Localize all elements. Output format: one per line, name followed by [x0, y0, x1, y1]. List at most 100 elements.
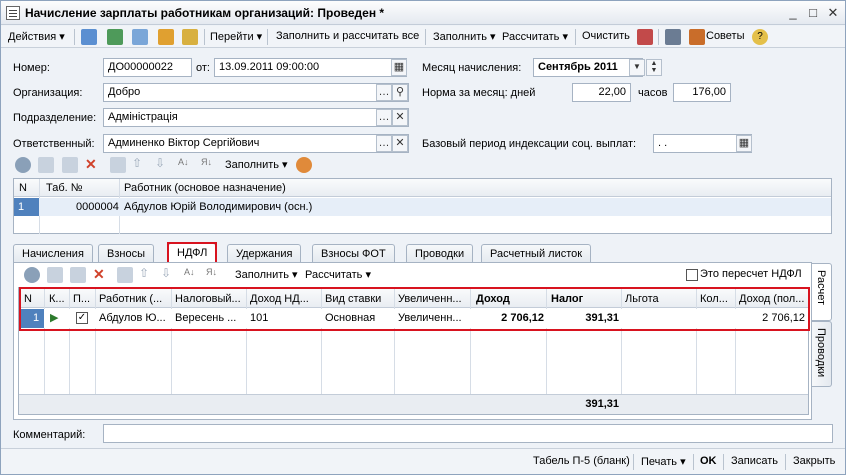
- print-menu[interactable]: Печать ▾: [641, 455, 686, 468]
- ndfl-end-edit-icon[interactable]: [117, 267, 133, 283]
- dt-kt-icon[interactable]: [637, 29, 653, 45]
- tab-uderzhaniya[interactable]: Удержания: [227, 244, 302, 263]
- post-icon[interactable]: [158, 29, 174, 45]
- document-icon: [6, 6, 20, 20]
- ndfl-sort-desc-icon[interactable]: Я↓: [206, 267, 217, 277]
- tab-vznosy-fot[interactable]: Взносы ФОТ: [312, 244, 395, 263]
- workers-col-n[interactable]: N: [19, 182, 27, 194]
- fill-menu[interactable]: Заполнить ▾: [433, 30, 496, 43]
- resp-field[interactable]: Админенко Віктор Сергійович: [103, 134, 409, 153]
- dept-field[interactable]: Адміністрація: [103, 108, 409, 127]
- delete-row-icon[interactable]: ✕: [85, 156, 97, 173]
- select-worker-icon[interactable]: [296, 157, 312, 173]
- edit-row-icon[interactable]: [62, 157, 78, 173]
- month-dropdown-icon[interactable]: ▼: [629, 59, 645, 76]
- unpost-icon[interactable]: [182, 29, 198, 45]
- workers-fill-menu[interactable]: Заполнить ▾: [225, 158, 288, 171]
- norm-hours-field[interactable]: 176,00: [673, 83, 731, 102]
- org-search-icon[interactable]: ⚲: [392, 84, 408, 101]
- resp-label: Ответственный:: [13, 138, 95, 150]
- comment-field[interactable]: [103, 424, 833, 443]
- close-form-button[interactable]: Закрыть: [793, 455, 835, 467]
- dept-select-button[interactable]: …: [376, 109, 392, 126]
- workers-col-tab[interactable]: Таб. №: [46, 182, 83, 194]
- toolbar-separator: [74, 29, 75, 45]
- table-row[interactable]: 1 0000004 Абдулов Юрій Володимирович (ос…: [14, 198, 831, 216]
- norm-days-field[interactable]: 22,00: [572, 83, 631, 102]
- toolbar-separator: [204, 29, 205, 45]
- side-tab-provodki[interactable]: Проводки: [812, 321, 832, 387]
- clear-button[interactable]: Очистить: [582, 30, 630, 42]
- tab-nachisleniya[interactable]: Начисления: [13, 244, 93, 263]
- sort-desc-icon[interactable]: Я↓: [201, 157, 212, 167]
- ndfl-fill-menu[interactable]: Заполнить ▾: [235, 268, 298, 281]
- base-period-calendar-icon[interactable]: ▦: [736, 135, 752, 152]
- goto-menu[interactable]: Перейти ▾: [210, 30, 262, 43]
- toolbar-separator: [267, 29, 268, 45]
- copy-icon[interactable]: [132, 29, 148, 45]
- back-icon[interactable]: [81, 29, 97, 45]
- norm-hours-label: часов: [638, 87, 668, 99]
- norm-days-label: Норма за месяц: дней: [422, 87, 536, 99]
- workers-row-n: 1: [14, 198, 39, 216]
- ndfl-delete-row-icon[interactable]: ✕: [93, 266, 105, 283]
- structure-icon[interactable]: [665, 29, 681, 45]
- resp-clear-icon[interactable]: ✕: [392, 135, 408, 152]
- refresh-icon[interactable]: [107, 29, 123, 45]
- ndfl-calc-menu[interactable]: Рассчитать ▾: [305, 268, 371, 281]
- ndfl-move-down-icon[interactable]: ⇩: [161, 266, 171, 280]
- tab-provodki[interactable]: Проводки: [406, 244, 474, 263]
- move-up-icon[interactable]: ⇧: [132, 156, 142, 170]
- ndfl-tab-highlight: [167, 242, 217, 264]
- recalc-ndfl-checkbox[interactable]: [686, 269, 698, 281]
- calc-menu[interactable]: Рассчитать ▾: [502, 30, 568, 43]
- fill-calc-all-button[interactable]: Заполнить и рассчитать все: [276, 30, 419, 42]
- workers-row-worker: Абдулов Юрій Володимирович (осн.): [124, 201, 313, 213]
- ok-button[interactable]: OK: [700, 455, 717, 467]
- dept-clear-icon[interactable]: ✕: [392, 109, 408, 126]
- maximize-button[interactable]: □: [805, 5, 821, 21]
- dept-label: Подразделение:: [13, 112, 97, 124]
- ndfl-totals-row: 391,31: [19, 394, 808, 414]
- ndfl-copy-row-icon[interactable]: [47, 267, 63, 283]
- org-select-button[interactable]: …: [376, 84, 392, 101]
- move-down-icon[interactable]: ⇩: [155, 156, 165, 170]
- add-row-icon[interactable]: [15, 157, 31, 173]
- copy-row-icon[interactable]: [38, 157, 54, 173]
- tips-icon[interactable]: [689, 29, 705, 45]
- actions-menu[interactable]: Действия ▾: [8, 30, 65, 43]
- org-field[interactable]: Добро: [103, 83, 409, 102]
- end-edit-icon[interactable]: [110, 157, 126, 173]
- bottom-bar: Табель П-5 (бланк) Печать ▾ OK Записать …: [1, 448, 845, 474]
- number-label: Номер:: [13, 62, 50, 74]
- ndfl-move-up-icon[interactable]: ⇧: [139, 266, 149, 280]
- ndfl-edit-row-icon[interactable]: [70, 267, 86, 283]
- date-field[interactable]: 13.09.2011 09:00:00: [214, 58, 407, 77]
- workers-table: N Таб. № Работник (основое назначение) 1…: [13, 178, 832, 234]
- tabel-p5-button[interactable]: Табель П-5 (бланк): [533, 455, 630, 467]
- month-spin-icon[interactable]: ▲ ▼: [646, 59, 662, 76]
- resp-select-button[interactable]: …: [376, 135, 392, 152]
- workers-col-worker[interactable]: Работник (основое назначение): [124, 182, 286, 194]
- save-button[interactable]: Записать: [731, 455, 778, 467]
- toolbar-separator: [658, 29, 659, 45]
- window-title: Начисление зарплаты работникам организац…: [25, 6, 385, 20]
- tips-button[interactable]: Советы: [706, 30, 744, 42]
- tab-raschetny-listok[interactable]: Расчетный листок: [481, 244, 592, 263]
- base-period-label: Базовый период индексации соц. выплат:: [422, 138, 637, 150]
- main-toolbar: Действия ▾ Перейти ▾ Заполнить и рассчит…: [1, 26, 845, 48]
- document-window: Начисление зарплаты работникам организац…: [0, 0, 846, 475]
- tab-vznosy[interactable]: Взносы: [98, 244, 154, 263]
- close-button[interactable]: ✕: [825, 5, 841, 21]
- side-tab-raschet[interactable]: Расчет: [812, 263, 832, 321]
- ndfl-sort-asc-icon[interactable]: A↓: [184, 267, 195, 277]
- minimize-button[interactable]: _: [785, 5, 801, 21]
- calendar-icon[interactable]: ▦: [391, 59, 407, 76]
- sort-asc-icon[interactable]: A↓: [178, 157, 189, 167]
- ndfl-table-highlight: [19, 287, 810, 331]
- accrual-month-field[interactable]: Сентябрь 2011: [533, 58, 643, 77]
- workers-table-header: N Таб. № Работник (основое назначение): [14, 179, 831, 197]
- ndfl-add-row-icon[interactable]: [24, 267, 40, 283]
- number-field[interactable]: ДО00000022: [103, 58, 192, 77]
- org-label: Организация:: [13, 87, 83, 99]
